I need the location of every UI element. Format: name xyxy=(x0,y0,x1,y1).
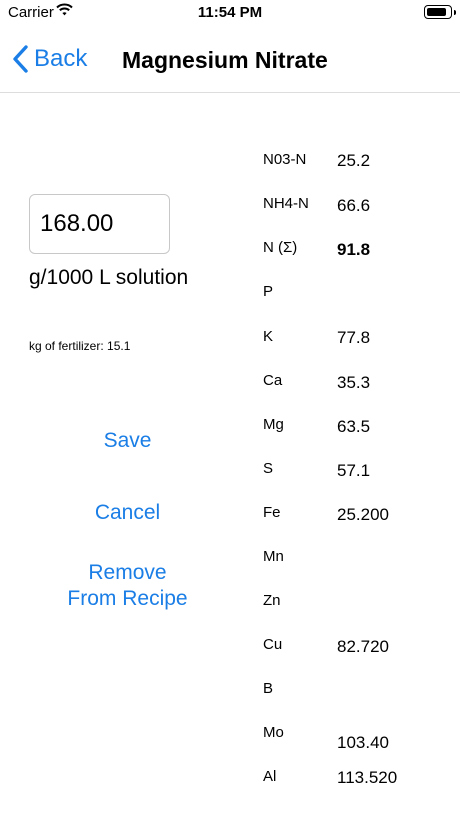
cancel-button[interactable]: Cancel xyxy=(0,500,255,526)
back-button[interactable]: Back xyxy=(10,44,87,74)
navigation-bar: Back Magnesium Nitrate xyxy=(0,26,460,93)
element-name: K xyxy=(263,328,274,345)
element-value: 77.8 xyxy=(337,328,371,347)
element-value: 91.8 xyxy=(337,240,371,259)
element-name: Mo xyxy=(263,724,284,741)
back-label: Back xyxy=(34,45,88,72)
unit-label: g/1000 L solution xyxy=(29,266,189,289)
kg-fertilizer-label: kg of fertilizer: 15.1 xyxy=(29,339,131,353)
element-name: S xyxy=(263,460,274,477)
status-bar: Carrier 11:54 PM xyxy=(0,0,460,26)
element-value: 103.40 xyxy=(337,733,389,752)
amount-input[interactable]: 168.00 xyxy=(29,194,170,254)
element-name: Al xyxy=(263,768,277,785)
battery-icon xyxy=(424,5,456,19)
element-value: 66.6 xyxy=(337,196,371,215)
element-value: 82.720 xyxy=(337,637,389,656)
element-name: Cu xyxy=(263,636,283,653)
element-name: Fe xyxy=(263,504,281,521)
element-name: Mn xyxy=(263,548,284,565)
element-name: P xyxy=(263,283,274,300)
element-name: N03-N xyxy=(263,151,307,168)
element-name: Ca xyxy=(263,372,283,389)
remove-label-line1: Remove xyxy=(88,561,167,584)
element-name: Zn xyxy=(263,592,281,609)
remove-from-recipe-button[interactable]: Remove From Recipe xyxy=(0,560,255,612)
element-value: 25.2 xyxy=(337,151,371,170)
remove-label-line2: From Recipe xyxy=(67,587,188,610)
save-button[interactable]: Save xyxy=(0,428,255,454)
element-value: 25.200 xyxy=(337,505,389,524)
element-value: 57.1 xyxy=(337,461,371,480)
element-value: 35.3 xyxy=(337,373,371,392)
page-title: Magnesium Nitrate xyxy=(122,47,328,73)
element-name: B xyxy=(263,680,274,697)
element-name: Mg xyxy=(263,416,284,433)
element-value: 113.520 xyxy=(337,768,398,787)
element-name: N (Σ) xyxy=(263,239,298,256)
status-time: 11:54 PM xyxy=(197,4,263,21)
element-name: NH4-N xyxy=(263,195,309,212)
element-value: 63.5 xyxy=(337,417,371,436)
amount-value: 168.00 xyxy=(40,210,114,237)
chevron-left-icon xyxy=(13,45,28,73)
